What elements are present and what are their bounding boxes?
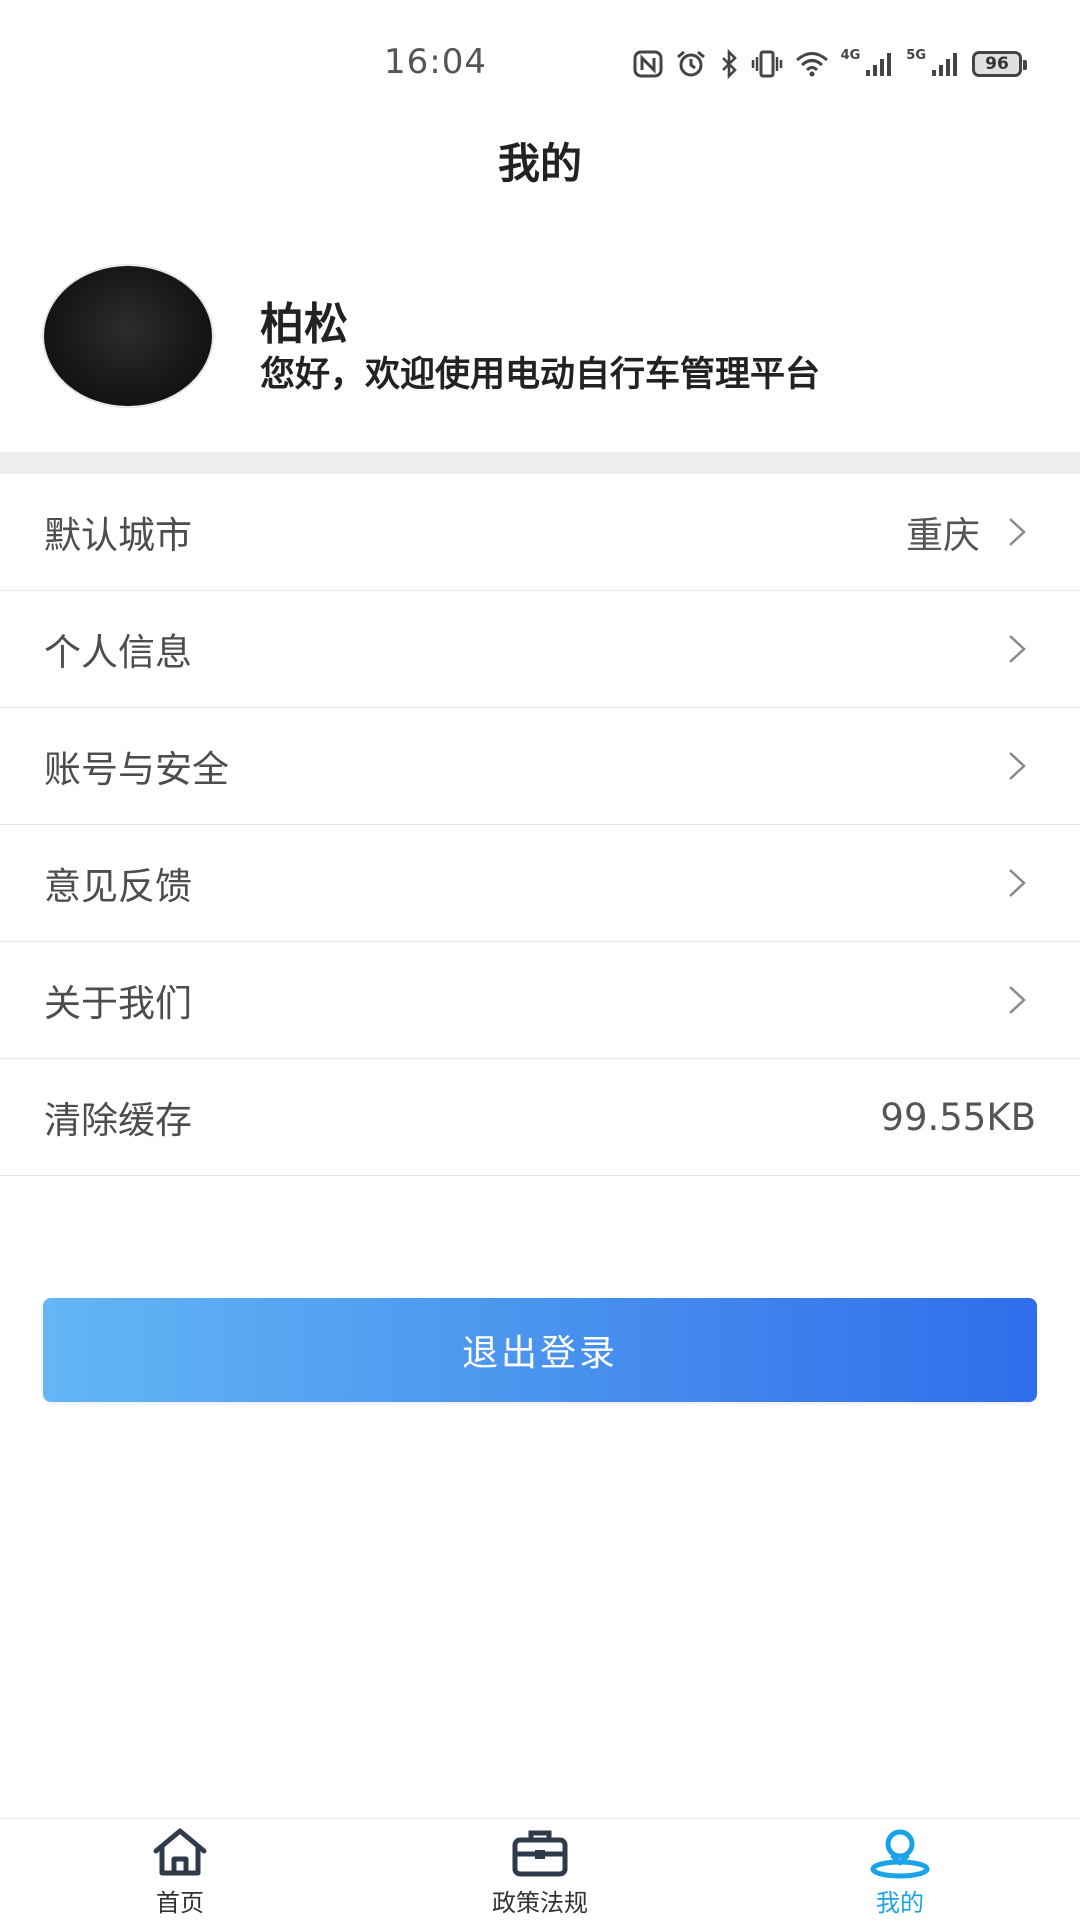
menu-item-label: 意见反馈 bbox=[44, 865, 192, 908]
home-icon bbox=[153, 1828, 207, 1876]
briefcase-icon bbox=[512, 1830, 568, 1877]
net-4g-label: 4G bbox=[840, 47, 861, 63]
menu-item-label: 关于我们 bbox=[44, 982, 192, 1025]
nav-item-policy[interactable]: 政策法规 bbox=[440, 1819, 640, 1921]
menu-item-clear-cache[interactable]: 清除缓存 99.55KB bbox=[0, 1059, 1080, 1176]
menu-item-label: 个人信息 bbox=[44, 631, 192, 674]
net-5g-label: 5G bbox=[906, 47, 926, 63]
wifi-icon bbox=[795, 50, 829, 78]
signal-5g-icon bbox=[930, 50, 960, 78]
avatar[interactable] bbox=[44, 266, 212, 406]
page-title: 我的 bbox=[497, 139, 582, 188]
chevron-right-icon bbox=[1009, 869, 1026, 897]
nav-label: 我的 bbox=[876, 1889, 924, 1917]
chevron-right-icon bbox=[1009, 635, 1026, 663]
settings-menu: 默认城市 重庆 个人信息 账号与安全 意见反馈 关于我们 清除缓存 99.55K… bbox=[0, 474, 1080, 1176]
menu-item-about-us[interactable]: 关于我们 bbox=[0, 942, 1080, 1059]
alarm-icon bbox=[675, 49, 707, 79]
cache-size-value: 99.55KB bbox=[880, 1095, 1036, 1139]
nav-item-mine[interactable]: 我的 bbox=[800, 1819, 1000, 1921]
status-time: 16:04 bbox=[384, 42, 487, 82]
user-pin-icon bbox=[870, 1829, 930, 1879]
battery-icon: 96 bbox=[972, 51, 1027, 77]
menu-item-default-city[interactable]: 默认城市 重庆 bbox=[0, 474, 1080, 591]
menu-item-label: 默认城市 bbox=[44, 514, 192, 557]
nav-item-home[interactable]: 首页 bbox=[80, 1819, 280, 1921]
profile-card[interactable]: 柏松 您好，欢迎使用电动自行车管理平台 bbox=[0, 262, 1080, 422]
user-name: 柏松 bbox=[260, 299, 348, 350]
bluetooth-icon bbox=[719, 49, 739, 79]
chevron-right-icon bbox=[1009, 986, 1026, 1014]
menu-item-value: 重庆 bbox=[906, 514, 980, 557]
chevron-right-icon bbox=[1009, 518, 1026, 546]
logout-button[interactable]: 退出登录 bbox=[43, 1298, 1037, 1402]
nav-label: 政策法规 bbox=[492, 1889, 588, 1917]
nav-label: 首页 bbox=[156, 1889, 204, 1917]
menu-item-personal-info[interactable]: 个人信息 bbox=[0, 591, 1080, 708]
nfc-icon bbox=[633, 50, 663, 78]
menu-item-feedback[interactable]: 意见反馈 bbox=[0, 825, 1080, 942]
menu-item-account-security[interactable]: 账号与安全 bbox=[0, 708, 1080, 825]
bottom-nav: 首页 政策法规 我的 bbox=[0, 1818, 1080, 1921]
status-bar: 16:04 4G 5G 96 bbox=[0, 0, 1080, 120]
welcome-message: 您好，欢迎使用电动自行车管理平台 bbox=[260, 355, 821, 395]
menu-item-label: 账号与安全 bbox=[44, 748, 229, 791]
signal-4g-icon bbox=[864, 50, 894, 78]
menu-item-label: 清除缓存 bbox=[44, 1099, 192, 1142]
chevron-right-icon bbox=[1009, 752, 1026, 780]
status-icons: 4G 5G 96 bbox=[633, 46, 1027, 82]
vibrate-icon bbox=[751, 49, 783, 79]
section-divider bbox=[0, 452, 1080, 474]
